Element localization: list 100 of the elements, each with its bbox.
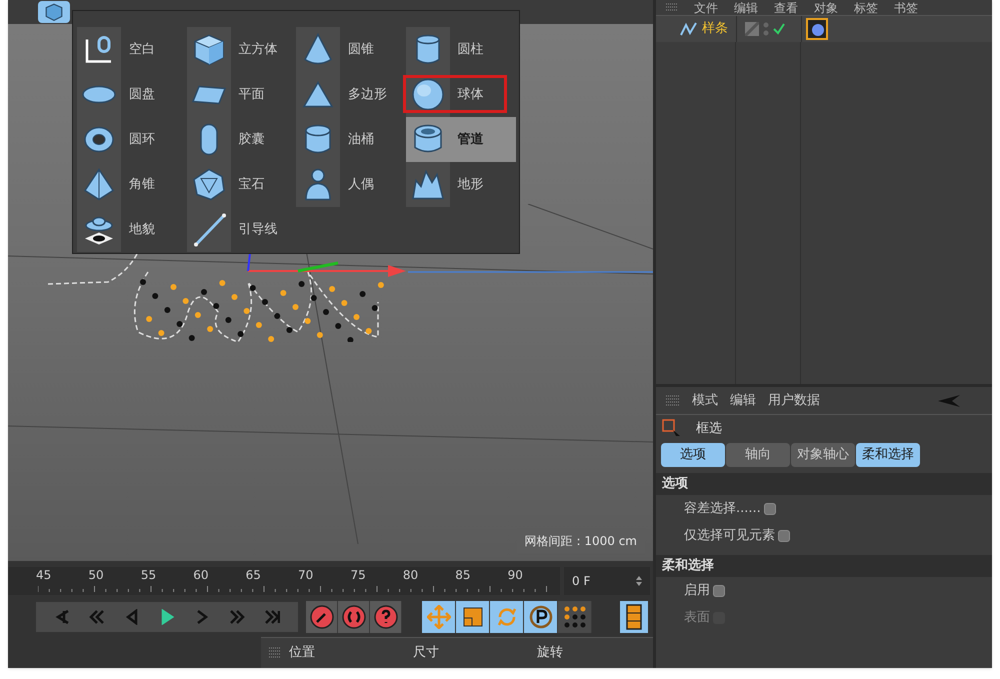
menu-item[interactable]: 地形 (406, 162, 516, 207)
relief-icon (77, 207, 121, 252)
checkbox[interactable] (764, 502, 776, 514)
back-arrow-icon (938, 394, 962, 406)
grip-icon (666, 394, 680, 406)
section-header: 柔和选择 (656, 555, 992, 577)
menu-item[interactable]: 胶囊 (186, 117, 296, 162)
sphere-tag-icon (810, 22, 824, 36)
mode-title: 框选 (696, 420, 722, 438)
menu-title[interactable]: 标签 (854, 0, 878, 16)
landscape-icon (406, 162, 450, 207)
object-name[interactable]: 样条 (702, 19, 728, 39)
film-button[interactable] (620, 601, 648, 633)
menu-item[interactable]: 油桶 (296, 117, 406, 162)
step-icon (264, 609, 280, 625)
menu-title[interactable]: 编辑 (730, 390, 756, 410)
tool-button[interactable] (422, 601, 456, 633)
keyframe-button[interactable] (370, 601, 402, 633)
keyframe-button[interactable] (306, 601, 338, 633)
record-icon (342, 605, 366, 629)
frame-tick-label: 65 (246, 567, 262, 583)
grip-icon (269, 647, 281, 659)
column-heading: 尺寸 (413, 644, 440, 662)
help-icon (374, 605, 398, 629)
scale-icon (460, 605, 484, 629)
dot-grid-icon (562, 605, 586, 629)
timeline-ruler[interactable]: 45 50 55 60 65 70 75 80 85 90 (8, 567, 560, 595)
frame-tick-label: 70 (298, 567, 314, 583)
menu-item[interactable]: 引导线 (186, 207, 296, 252)
tool-button[interactable] (490, 601, 524, 633)
menu-item[interactable]: 多边形 (296, 72, 406, 117)
frame-tick-label: 50 (88, 567, 105, 583)
frame-tick-label: 80 (402, 567, 420, 583)
frame-field[interactable]: 0 F (564, 567, 650, 595)
layer-icon (745, 22, 759, 36)
menu-item[interactable]: 地貌 (77, 207, 187, 252)
cube-icon (186, 27, 230, 72)
menu-title[interactable]: 文件 (694, 0, 718, 16)
figure-icon (296, 162, 340, 207)
axis-icon (77, 27, 121, 72)
grip-icon (666, 2, 678, 12)
menu-item[interactable]: 立方体 (186, 27, 296, 72)
step-icon (124, 609, 140, 625)
cone-icon (296, 27, 340, 72)
cylinder-icon (406, 27, 450, 72)
menu-item[interactable]: 圆盘 (77, 72, 187, 117)
p-letter-icon (528, 605, 552, 629)
film-strip-icon (626, 604, 642, 630)
option-label: 表面 (684, 608, 710, 627)
frame-tick-label: 75 (350, 567, 367, 583)
menu-item[interactable]: 圆锥 (296, 27, 406, 72)
rectangle-select-icon (662, 419, 682, 439)
menu-item[interactable]: 人偶 (296, 162, 406, 207)
move-icon (426, 605, 450, 629)
tab[interactable]: 选项 (661, 443, 725, 467)
column-heading: 旋转 (537, 644, 564, 662)
frame-tick-label: 60 (193, 567, 210, 583)
step-icon (54, 609, 70, 625)
tool-button[interactable] (456, 601, 490, 633)
visibility-dots-icon (763, 22, 769, 36)
option-label: 仅选择可见元素 (684, 526, 775, 545)
check-icon (773, 23, 785, 35)
menu-item[interactable]: 宝石 (186, 162, 296, 207)
checkbox[interactable] (713, 584, 725, 596)
spinner-icon (636, 576, 642, 586)
tab[interactable]: 对象轴心 (791, 443, 855, 467)
cube-icon (44, 2, 64, 22)
menu-item[interactable]: 圆环 (77, 117, 187, 162)
option-label: 容差选择...... (684, 500, 761, 518)
menu-title[interactable]: 书签 (894, 0, 918, 16)
section-header: 选项 (656, 473, 992, 495)
menu-title[interactable]: 对象 (814, 0, 838, 16)
menu-item[interactable]: 圆柱 (406, 27, 516, 72)
frame-tick-label: 55 (140, 567, 158, 583)
option-label: 启用 (684, 582, 710, 600)
tag-button[interactable] (806, 18, 828, 40)
cube-tool-button[interactable] (38, 1, 70, 23)
column-heading: 位置 (289, 644, 316, 662)
menu-title[interactable]: 编辑 (734, 0, 758, 16)
menu-title[interactable]: 用户数据 (768, 390, 820, 410)
tab[interactable]: 柔和选择 (856, 443, 920, 467)
keyframe-button[interactable] (338, 601, 370, 633)
menu-item[interactable]: 球体 (406, 72, 516, 117)
tool-button[interactable] (558, 601, 592, 633)
menu-item[interactable]: 角锥 (77, 162, 187, 207)
step-icon (229, 609, 246, 625)
menu-title[interactable]: 查看 (774, 0, 798, 16)
key-icon (310, 605, 334, 629)
menu-item[interactable]: 空白 (77, 27, 187, 72)
frame-tick-label: 45 (36, 567, 52, 583)
menu-item[interactable]: 平面 (186, 72, 296, 117)
frame-tick-label: 85 (455, 567, 472, 583)
tool-button[interactable] (524, 601, 558, 633)
step-icon (88, 609, 105, 625)
spline-icon (680, 21, 698, 37)
frame-tick-label: 90 (508, 567, 524, 583)
checkbox[interactable] (778, 530, 790, 542)
tab[interactable]: 轴向 (726, 443, 790, 467)
menu-item[interactable]: 管道 (406, 117, 516, 162)
menu-title[interactable]: 模式 (692, 390, 718, 410)
